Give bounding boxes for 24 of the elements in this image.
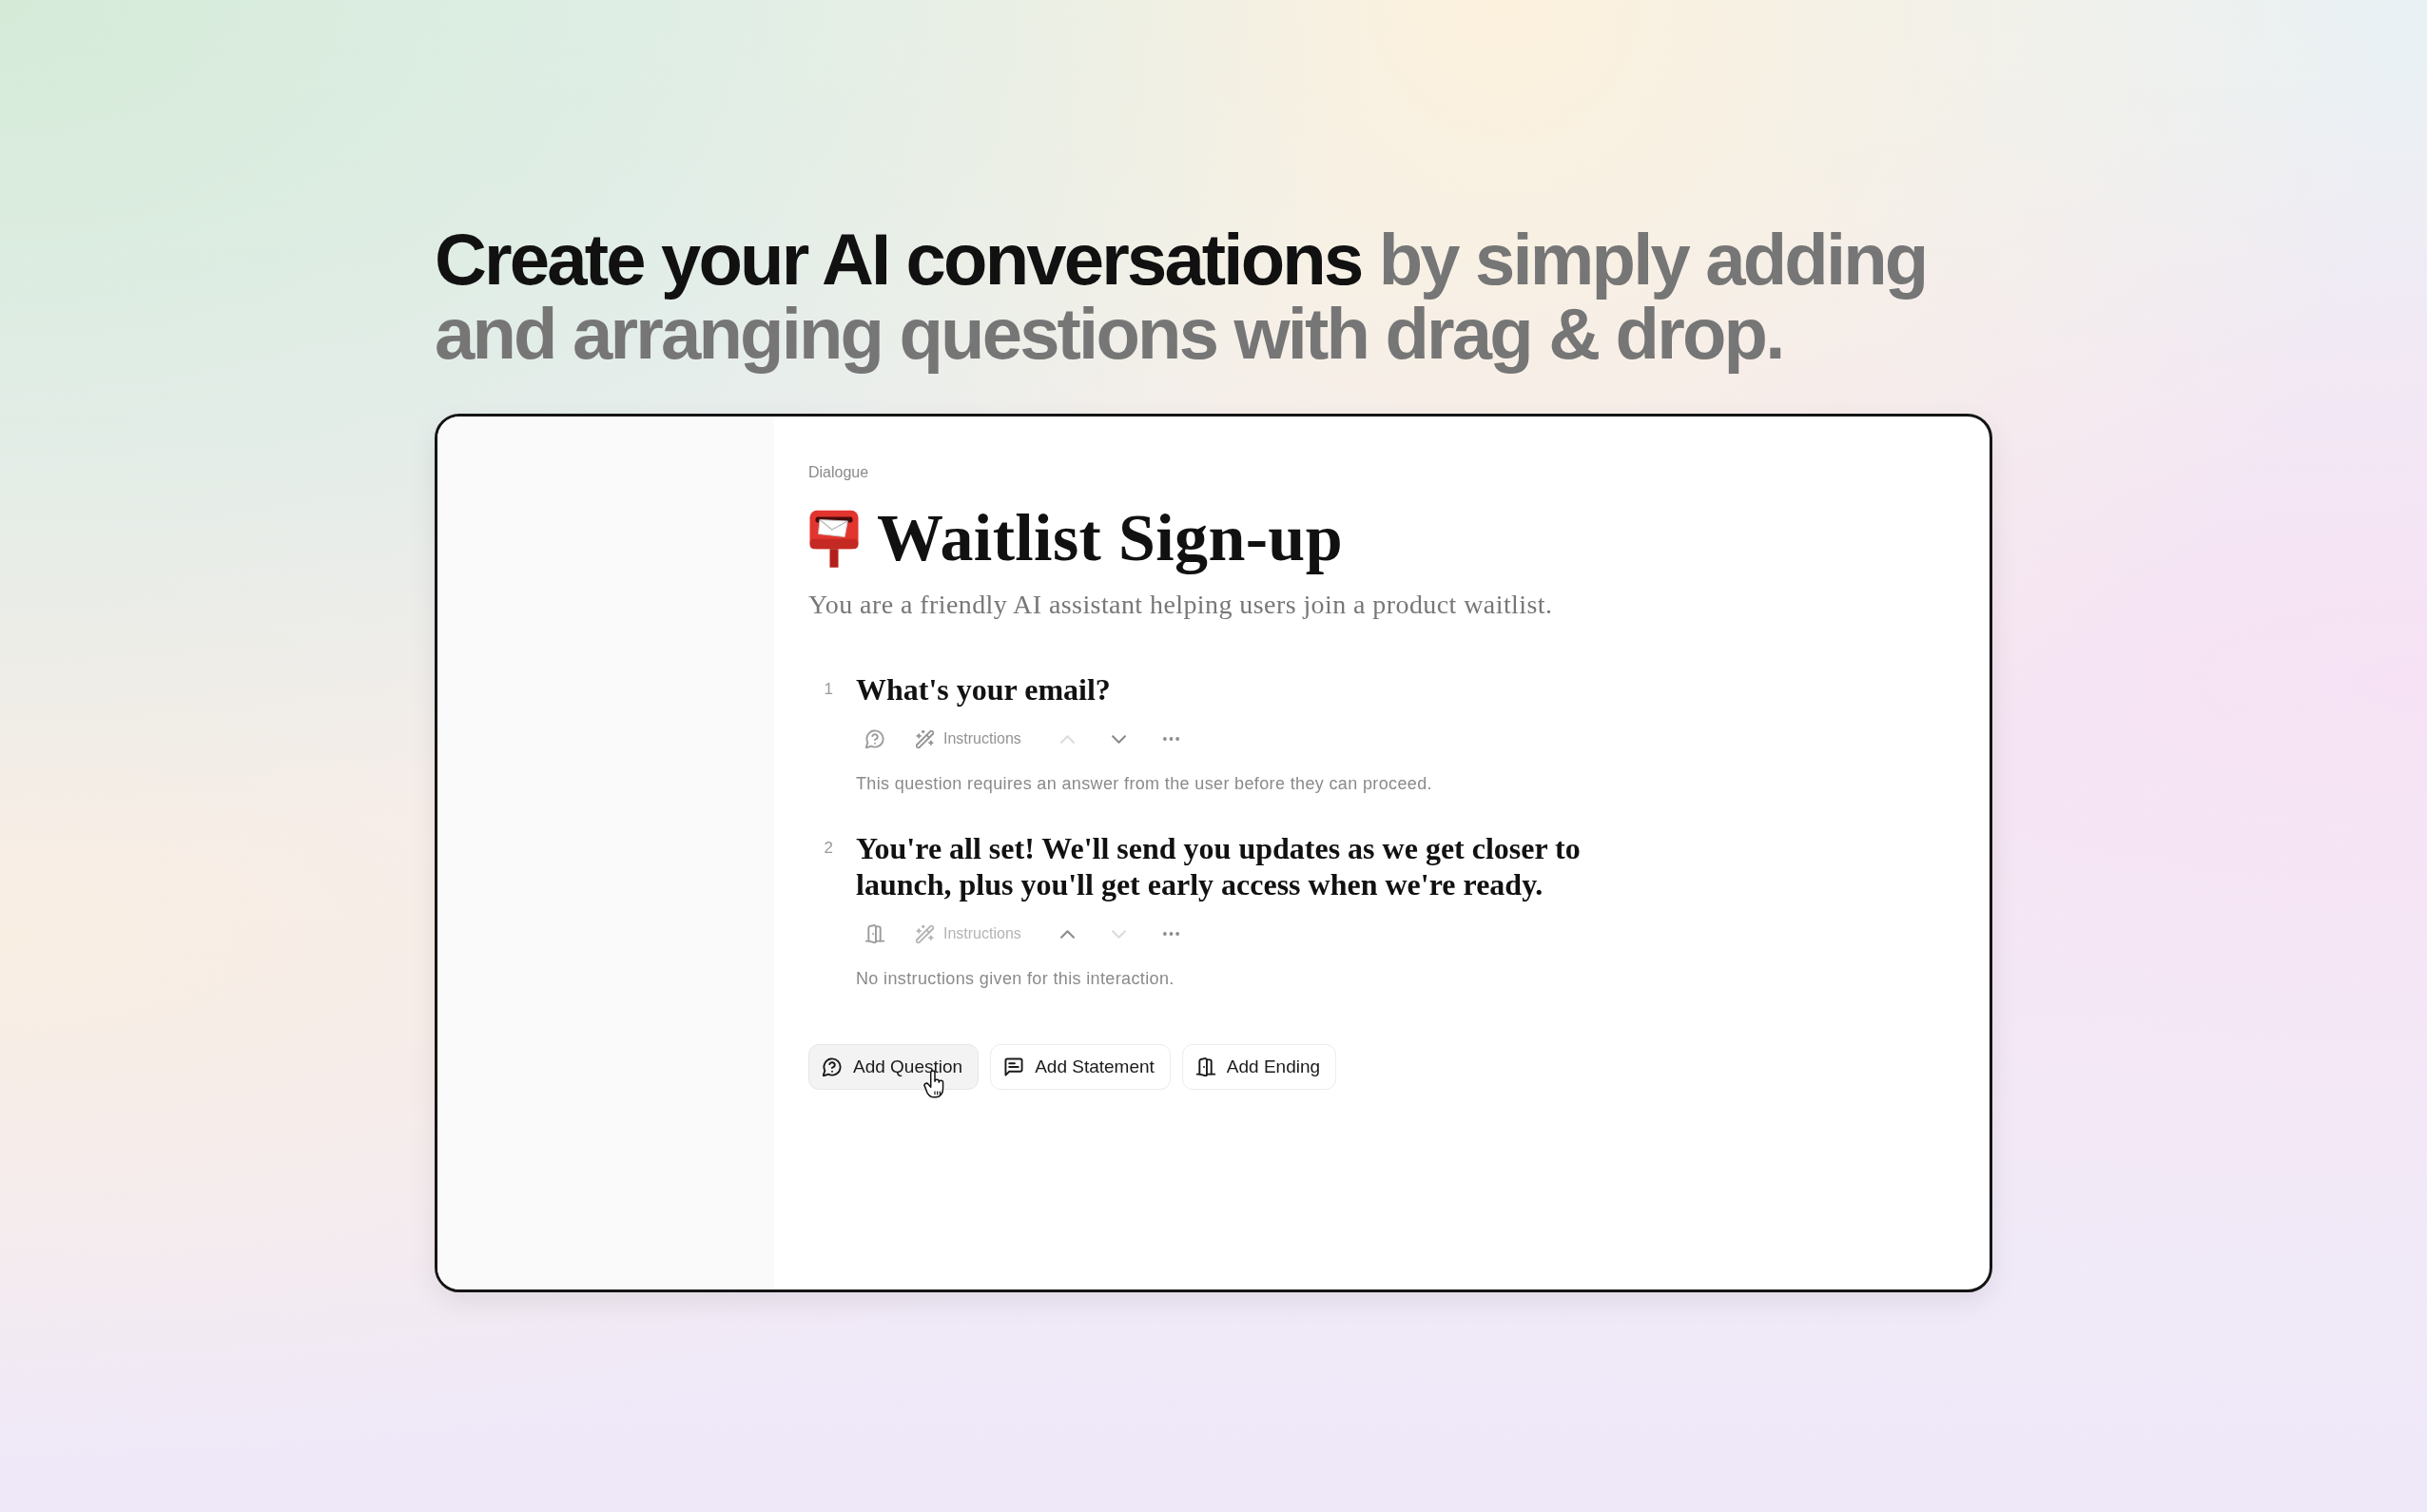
question-text[interactable]: You're all set! We'll send you updates as we get closer to launch, plus you'll get early access when we're ready. (856, 830, 1636, 902)
chevron-down-icon[interactable] (1111, 734, 1126, 744)
item-number: 2 (824, 838, 833, 859)
more-options-icon[interactable] (1162, 932, 1179, 936)
chevron-up-icon[interactable] (1059, 929, 1075, 939)
postbox-icon (808, 509, 860, 568)
add-item-button[interactable]: Add Question (808, 1044, 980, 1090)
question-text[interactable]: What's your email? (856, 671, 1636, 708)
add-item-button[interactable]: Add Ending (1181, 1044, 1337, 1090)
magic-wand-icon (916, 729, 934, 748)
item-note: This question requires an answer from the user before they can proceed. (856, 773, 1433, 794)
magic-wand-icon (916, 924, 934, 943)
page-title: Waitlist Sign-up (877, 502, 1343, 574)
breadcrumb[interactable]: Dialogue (808, 463, 869, 482)
add-item-button[interactable]: Add Statement (990, 1044, 1171, 1090)
chat-question-icon[interactable] (865, 729, 884, 748)
item-note: No instructions given for this interaction. (856, 968, 1175, 989)
chat-question-icon (823, 1057, 842, 1076)
door-icon[interactable] (865, 924, 884, 943)
page-description: You are a friendly AI assistant helping users join a product waitlist. (808, 590, 1553, 620)
chat-lines-icon (1004, 1057, 1024, 1076)
more-options-icon[interactable] (1162, 737, 1179, 741)
door-icon (1195, 1057, 1215, 1076)
item-number: 1 (824, 679, 833, 700)
